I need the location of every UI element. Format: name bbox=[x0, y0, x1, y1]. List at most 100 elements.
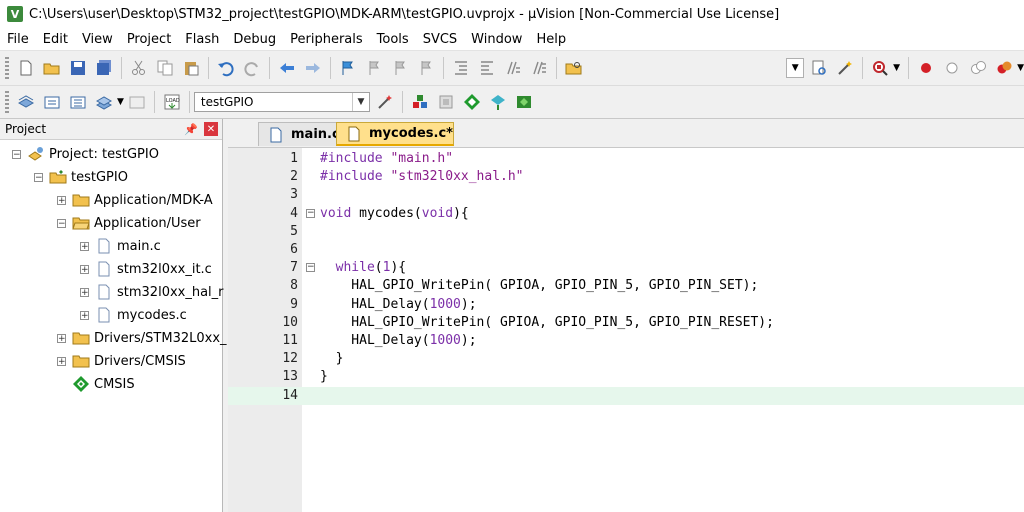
menu-flash[interactable]: Flash bbox=[178, 32, 226, 47]
redo-button[interactable] bbox=[241, 57, 263, 79]
uncomment-button[interactable] bbox=[528, 57, 550, 79]
build-button[interactable] bbox=[41, 91, 63, 113]
disable-all-breakpoints-button[interactable] bbox=[967, 57, 989, 79]
tree-node-project[interactable]: − Project: testGPIO bbox=[12, 143, 159, 165]
code-line[interactable]: 2 #include "stm32l0xx_hal.h" bbox=[228, 168, 1024, 186]
menu-edit[interactable]: Edit bbox=[36, 32, 75, 47]
disable-breakpoint-button[interactable] bbox=[941, 57, 963, 79]
code-line[interactable]: 11 HAL_Delay(1000); bbox=[228, 332, 1024, 350]
expand-icon[interactable]: + bbox=[57, 333, 66, 343]
tree-node-group[interactable]: + Drivers/STM32L0xx_ bbox=[57, 327, 227, 349]
code-line[interactable]: 3 bbox=[228, 186, 1024, 204]
fold-toggle-icon[interactable]: − bbox=[306, 208, 315, 218]
code-line[interactable]: 13} bbox=[228, 368, 1024, 386]
kill-all-breakpoints-button[interactable] bbox=[993, 57, 1015, 79]
code-line[interactable]: 10 HAL_GPIO_WritePin( GPIOA, GPIO_PIN_5,… bbox=[228, 314, 1024, 332]
find-button[interactable] bbox=[808, 57, 830, 79]
chevron-down-icon[interactable]: ▼ bbox=[1017, 63, 1024, 73]
pin-icon[interactable]: 📌 bbox=[184, 123, 198, 136]
tree-node-target[interactable]: − testGPIO bbox=[34, 166, 128, 188]
expand-icon[interactable]: + bbox=[80, 264, 89, 274]
expand-icon[interactable]: + bbox=[80, 310, 89, 320]
collapse-icon[interactable]: − bbox=[34, 172, 43, 182]
menu-project[interactable]: Project bbox=[120, 32, 178, 47]
menu-svcs[interactable]: SVCS bbox=[416, 32, 464, 47]
stop-build-button[interactable] bbox=[126, 91, 148, 113]
target-select[interactable]: testGPIO ▼ bbox=[193, 92, 370, 112]
incremental-find-button[interactable] bbox=[834, 57, 856, 79]
select-packs-button[interactable] bbox=[435, 91, 457, 113]
code-line[interactable]: 9 HAL_Delay(1000); bbox=[228, 296, 1024, 314]
save-button[interactable] bbox=[67, 57, 89, 79]
expand-icon[interactable]: + bbox=[80, 241, 89, 251]
load-icon: LOAD bbox=[164, 94, 180, 110]
menu-view[interactable]: View bbox=[75, 32, 120, 47]
pack-installer-button[interactable] bbox=[487, 91, 509, 113]
code-editor[interactable]: 1 #include "main.h" 2 #include "stm32l0xx_h… bbox=[228, 148, 1024, 512]
close-icon[interactable]: ✕ bbox=[204, 122, 218, 136]
expand-icon[interactable]: + bbox=[57, 195, 66, 205]
fold-toggle-icon[interactable]: − bbox=[306, 263, 315, 273]
toolbar-grip[interactable] bbox=[5, 57, 9, 79]
tree-node-component[interactable]: CMSIS bbox=[72, 373, 135, 395]
collapse-icon[interactable]: − bbox=[12, 149, 21, 159]
chevron-down-icon[interactable]: ▼ bbox=[117, 97, 124, 107]
tree-node-file[interactable]: + stm32l0xx_it.c bbox=[80, 258, 212, 280]
menu-help[interactable]: Help bbox=[529, 32, 573, 47]
target-options-button[interactable] bbox=[374, 91, 396, 113]
navigate-forward-button[interactable] bbox=[302, 57, 324, 79]
menu-tools[interactable]: Tools bbox=[370, 32, 416, 47]
tab-mycodes-c[interactable]: mycodes.c* bbox=[336, 122, 454, 146]
navigate-back-button[interactable] bbox=[276, 57, 298, 79]
expand-icon[interactable]: + bbox=[80, 287, 89, 297]
code-line[interactable]: 14 bbox=[228, 386, 1024, 405]
indent-button[interactable] bbox=[450, 57, 472, 79]
tree-node-group[interactable]: + Application/MDK-A bbox=[57, 189, 213, 211]
manage-runtime-button[interactable] bbox=[461, 91, 483, 113]
start-debug-button[interactable] bbox=[869, 57, 891, 79]
tree-node-file[interactable]: + mycodes.c bbox=[80, 304, 187, 326]
software-packs-button[interactable] bbox=[513, 91, 535, 113]
cut-button[interactable] bbox=[128, 57, 150, 79]
find-in-files-button[interactable] bbox=[563, 57, 585, 79]
tree-node-file[interactable]: + main.c bbox=[80, 235, 161, 257]
manage-project-items-button[interactable] bbox=[409, 91, 431, 113]
code-line[interactable]: 5 bbox=[228, 223, 1024, 241]
collapse-icon[interactable]: − bbox=[57, 218, 66, 228]
bookmark-prev-button[interactable] bbox=[363, 57, 385, 79]
batch-build-button[interactable] bbox=[93, 91, 115, 113]
menu-file[interactable]: File bbox=[0, 32, 36, 47]
new-file-button[interactable] bbox=[15, 57, 37, 79]
insert-breakpoint-button[interactable] bbox=[915, 57, 937, 79]
menu-window[interactable]: Window bbox=[464, 32, 529, 47]
menu-debug[interactable]: Debug bbox=[226, 32, 283, 47]
toolbar-grip[interactable] bbox=[5, 91, 9, 113]
bookmark-clear-button[interactable] bbox=[415, 57, 437, 79]
code-line[interactable]: 6 bbox=[228, 241, 1024, 259]
save-all-button[interactable] bbox=[93, 57, 115, 79]
menu-peripherals[interactable]: Peripherals bbox=[283, 32, 370, 47]
bookmark-next-button[interactable] bbox=[389, 57, 411, 79]
chevron-down-icon[interactable]: ▼ bbox=[893, 63, 900, 73]
code-line[interactable]: 4− void mycodes(void){ bbox=[228, 205, 1024, 223]
open-file-button[interactable] bbox=[41, 57, 63, 79]
find-dropdown[interactable]: ▼ bbox=[786, 58, 805, 78]
tree-node-group[interactable]: + Drivers/CMSIS bbox=[57, 350, 186, 372]
copy-button[interactable] bbox=[154, 57, 176, 79]
tree-node-group[interactable]: − Application/User bbox=[57, 212, 201, 234]
translate-button[interactable] bbox=[15, 91, 37, 113]
expand-icon[interactable]: + bbox=[57, 356, 66, 366]
undo-button[interactable] bbox=[215, 57, 237, 79]
tree-node-file[interactable]: + stm32l0xx_hal_r bbox=[80, 281, 224, 303]
comment-button[interactable] bbox=[502, 57, 524, 79]
code-line[interactable]: 1 #include "main.h" bbox=[228, 150, 1024, 168]
code-line[interactable]: 8 HAL_GPIO_WritePin( GPIOA, GPIO_PIN_5, … bbox=[228, 277, 1024, 295]
code-line[interactable]: 12 } bbox=[228, 350, 1024, 368]
tree-label: Drivers/CMSIS bbox=[94, 353, 186, 369]
bookmark-toggle-button[interactable] bbox=[337, 57, 359, 79]
code-line[interactable]: 7− while(1){ bbox=[228, 259, 1024, 277]
paste-button[interactable] bbox=[180, 57, 202, 79]
download-button[interactable]: LOAD bbox=[161, 91, 183, 113]
rebuild-button[interactable] bbox=[67, 91, 89, 113]
unindent-button[interactable] bbox=[476, 57, 498, 79]
